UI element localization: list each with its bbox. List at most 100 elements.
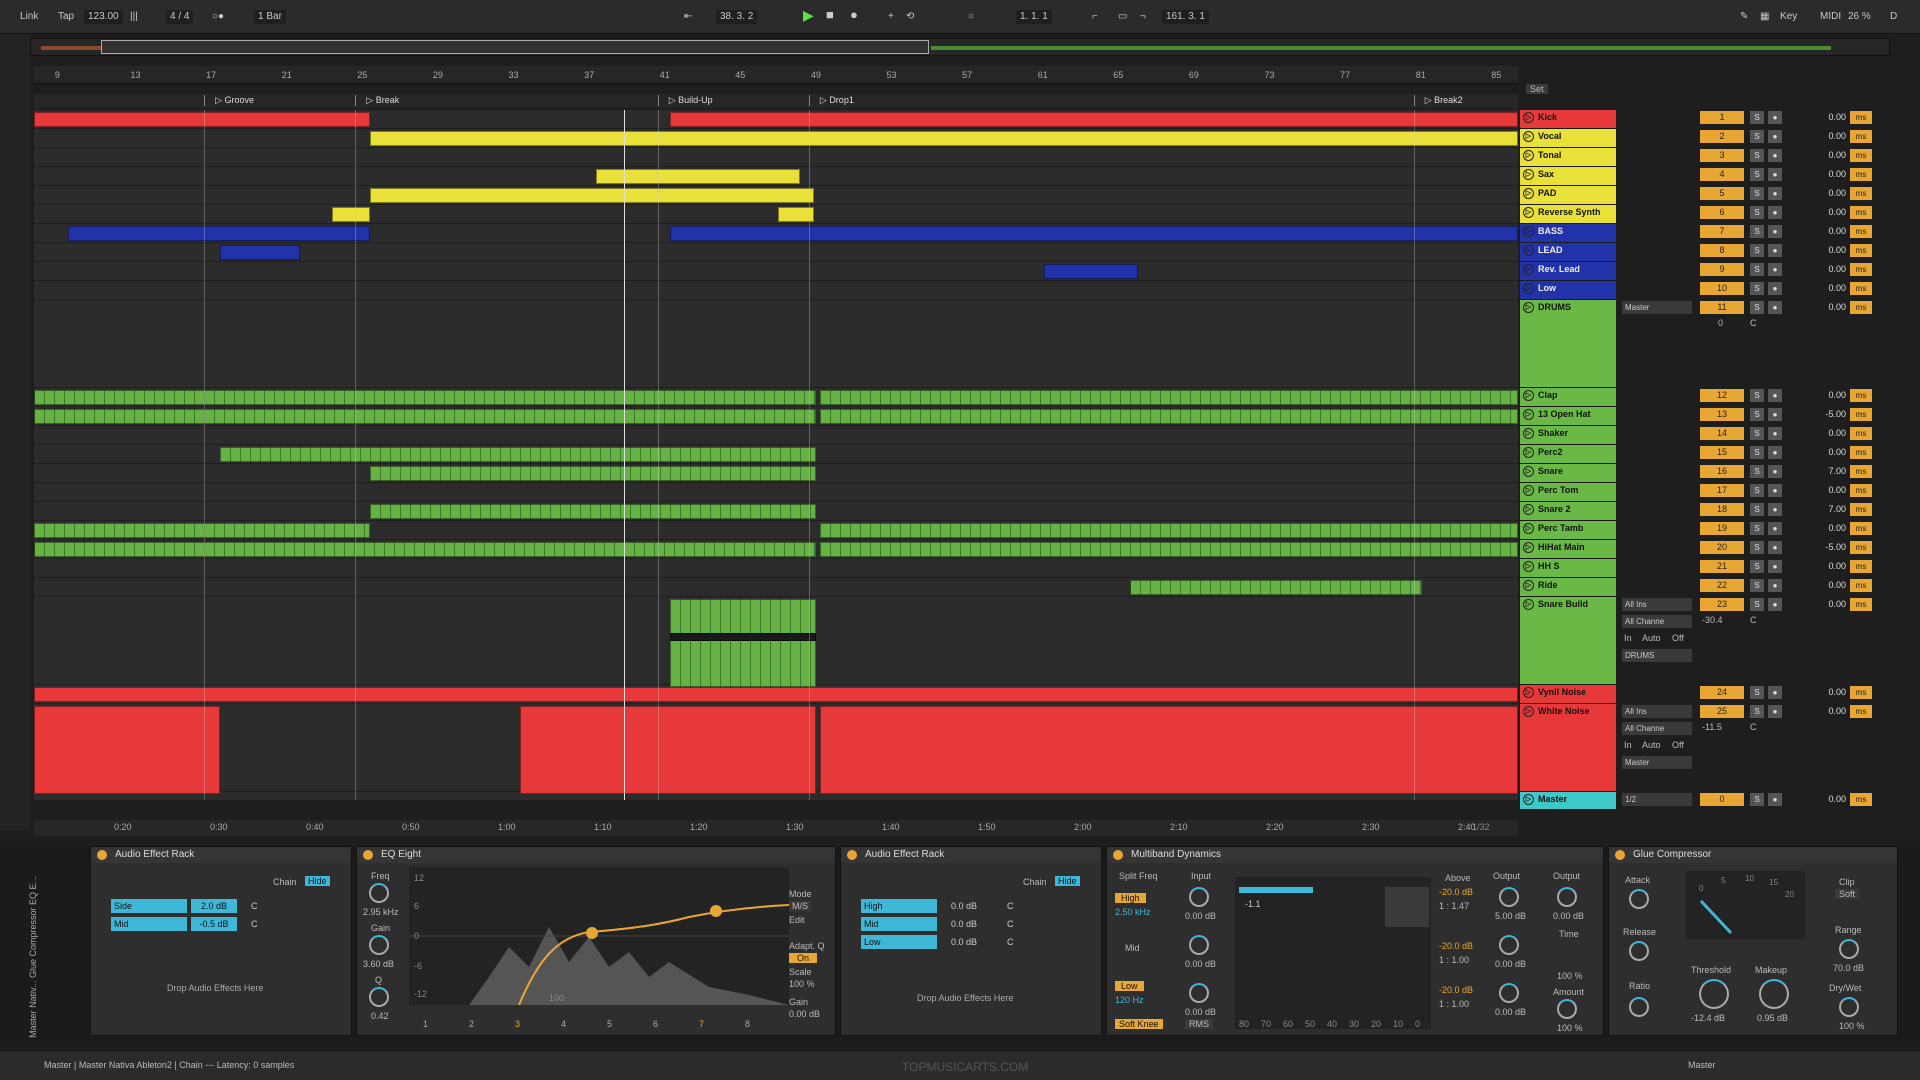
track-volume[interactable]: 0.00 (1810, 705, 1846, 718)
track-activator-icon[interactable]: ▷ (1523, 302, 1534, 313)
arm-icon[interactable]: ● (1768, 263, 1782, 276)
clip[interactable] (370, 188, 814, 203)
locator-groove[interactable]: ▷ Groove (204, 95, 254, 106)
track-volume[interactable]: 0.00 (1810, 598, 1846, 611)
track-volume[interactable]: 0.00 (1810, 282, 1846, 295)
track-header-lead[interactable]: ▷ LEAD (1520, 243, 1616, 262)
chain-row-high[interactable]: High 0.0 dB C (861, 899, 1091, 913)
track-volume[interactable]: 0.00 (1810, 168, 1846, 181)
eq-band-3-handle[interactable] (586, 927, 598, 939)
punch-in-icon[interactable]: ⌐ (1092, 10, 1098, 24)
punch-out-icon[interactable]: ¬ (1140, 10, 1146, 24)
delay-unit-toggle[interactable]: ms (1850, 793, 1872, 806)
track-activator[interactable]: 21 (1700, 560, 1744, 573)
track-activator-icon[interactable]: ▷ (1523, 706, 1534, 717)
track-activator[interactable]: 25 (1700, 705, 1744, 718)
delay-unit-toggle[interactable]: ms (1850, 579, 1872, 592)
track-header-perc-tamb[interactable]: ▷ Perc Tamb (1520, 521, 1616, 540)
follow-icon[interactable]: ○● (212, 10, 224, 24)
track-activator[interactable]: 13 (1700, 408, 1744, 421)
track-activator-icon[interactable]: ▷ (1523, 112, 1534, 123)
solo-button[interactable]: S (1750, 408, 1764, 421)
solo-button[interactable]: S (1750, 598, 1764, 611)
monitor-off[interactable]: Off (1672, 633, 1684, 643)
arm-icon[interactable]: ● (1768, 484, 1782, 497)
eq-display[interactable]: 12 6 0 -6 -12 100 (409, 867, 789, 1005)
solo-button[interactable]: S (1750, 465, 1764, 478)
eq-band-7-selector[interactable]: 7 (699, 1019, 704, 1029)
output-routing[interactable]: DRUMS (1622, 649, 1692, 662)
arrangement-overview[interactable] (30, 38, 1890, 56)
track-activator[interactable]: 24 (1700, 686, 1744, 699)
solo-button[interactable]: S (1750, 484, 1764, 497)
track-volume[interactable]: 0.00 (1810, 111, 1846, 124)
soft-clip-toggle[interactable]: Soft (1835, 889, 1860, 899)
track-activator[interactable]: 14 (1700, 427, 1744, 440)
monitor-auto[interactable]: Auto (1642, 633, 1661, 643)
locator-drop1[interactable]: ▷ Drop1 (808, 95, 854, 106)
draw-mode-icon[interactable]: ✎ (1740, 10, 1748, 24)
clip[interactable] (34, 112, 370, 127)
chain-row-side[interactable]: Side 2.0 dB C (111, 899, 341, 913)
bar-ruler[interactable]: 9 13 17 21 25 29 33 37 41 45 49 53 57 61 65 69 73 77 81 85 (34, 66, 1518, 84)
track-pan[interactable]: C (1750, 318, 1757, 328)
loop-switch-icon[interactable]: ▭ (1118, 10, 1127, 24)
release-knob[interactable] (1629, 941, 1649, 961)
delay-unit-toggle[interactable]: ms (1850, 446, 1872, 459)
track-volume[interactable]: 7.00 (1810, 503, 1846, 516)
track-volume[interactable]: 0.00 (1810, 522, 1846, 535)
solo-button[interactable]: S (1750, 541, 1764, 554)
arm-icon[interactable]: ● (1768, 301, 1782, 314)
eq-band-5-selector[interactable]: 5 (607, 1019, 612, 1029)
track-header-vocal[interactable]: ▷ Vocal (1520, 129, 1616, 148)
track-header-clap[interactable]: ▷ Clap (1520, 388, 1616, 407)
low-split-freq[interactable]: 120 Hz (1115, 995, 1144, 1005)
arm-icon[interactable]: ● (1768, 465, 1782, 478)
solo-button[interactable]: S (1750, 579, 1764, 592)
adapt-q-toggle[interactable]: On (789, 953, 818, 963)
solo-button[interactable]: S (1750, 427, 1764, 440)
track-activator[interactable]: 2 (1700, 130, 1744, 143)
makeup-knob[interactable] (1759, 979, 1789, 1009)
metronome-icon[interactable]: ||| (130, 10, 138, 24)
track-header-hihat-main[interactable]: ▷ HiHat Main (1520, 540, 1616, 559)
automation-arm-icon[interactable]: ⟲ (906, 10, 914, 24)
track-activator[interactable]: 7 (1700, 225, 1744, 238)
solo-button[interactable]: S (1750, 503, 1764, 516)
eq-band-7-handle[interactable] (710, 905, 722, 917)
track-header-hh-s[interactable]: ▷ HH S (1520, 559, 1616, 578)
track-activator-icon[interactable]: ▷ (1523, 485, 1534, 496)
track-lane[interactable] (34, 426, 1518, 445)
track-header-kick[interactable]: ▷ Kick (1520, 110, 1616, 129)
track-volume[interactable]: 0.00 (1810, 244, 1846, 257)
solo-button[interactable]: S (1750, 301, 1764, 314)
track-activator-icon[interactable]: ▷ (1523, 504, 1534, 515)
track-activator[interactable]: 1 (1700, 111, 1744, 124)
track-header-perc-tom[interactable]: ▷ Perc Tom (1520, 483, 1616, 502)
mode-select[interactable]: M/S (789, 901, 812, 911)
arm-icon[interactable]: ● (1768, 225, 1782, 238)
delay-unit-toggle[interactable]: ms (1850, 282, 1872, 295)
high-band-toggle[interactable]: High (1115, 893, 1146, 903)
track-activator[interactable]: 5 (1700, 187, 1744, 200)
hide-button[interactable]: Hide (1055, 876, 1080, 886)
track-activator-icon[interactable]: ▷ (1523, 169, 1534, 180)
arm-icon[interactable]: ● (1768, 522, 1782, 535)
track-volume[interactable]: 0.00 (1810, 579, 1846, 592)
track-activator-icon[interactable]: ▷ (1523, 599, 1534, 610)
input-routing[interactable]: All Ins (1622, 598, 1692, 611)
track-header-pad[interactable]: ▷ PAD (1520, 186, 1616, 205)
delay-unit-toggle[interactable]: ms (1850, 168, 1872, 181)
clip[interactable] (670, 112, 1518, 127)
track-activator[interactable]: 10 (1700, 282, 1744, 295)
clip[interactable] (34, 409, 816, 424)
track-header-reverse-synth[interactable]: ▷ Reverse Synth (1520, 205, 1616, 224)
arm-icon[interactable]: ● (1768, 206, 1782, 219)
loop-start[interactable]: 1. 1. 1 (1016, 10, 1052, 24)
eq-eight[interactable]: EQ Eight Freq 2.95 kHz Gain 3.60 dB Q 0.… (356, 846, 836, 1036)
clip[interactable] (34, 390, 816, 405)
eq-band-6-selector[interactable]: 6 (653, 1019, 658, 1029)
track-volume[interactable]: 7.00 (1810, 465, 1846, 478)
clip[interactable] (1044, 264, 1138, 279)
track-header-white-noise[interactable]: ▷ White Noise (1520, 704, 1616, 792)
